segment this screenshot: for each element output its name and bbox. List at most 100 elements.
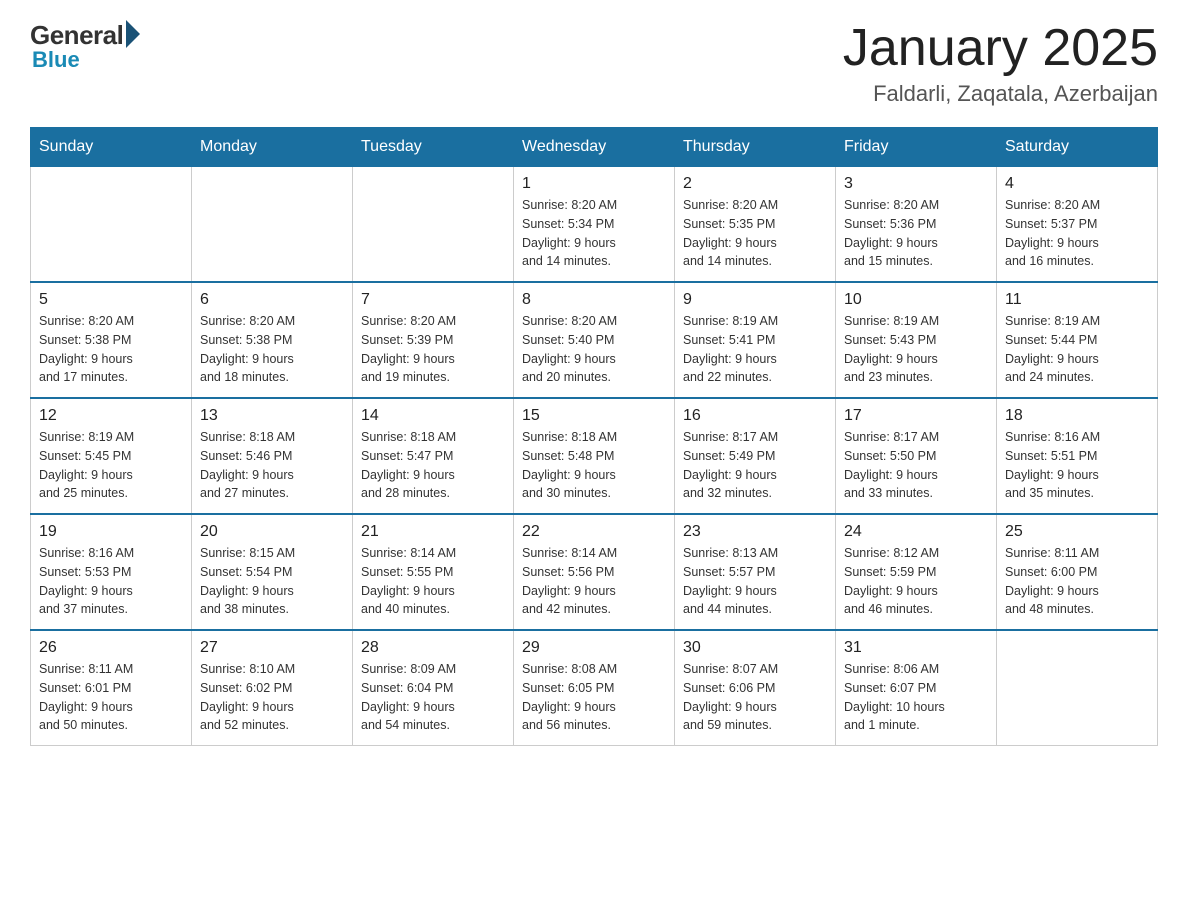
- day-number: 23: [683, 523, 827, 541]
- day-info: Sunrise: 8:20 AMSunset: 5:36 PMDaylight:…: [844, 196, 988, 271]
- col-sunday: Sunday: [31, 128, 192, 167]
- table-row: [997, 630, 1158, 746]
- col-monday: Monday: [192, 128, 353, 167]
- day-number: 6: [200, 291, 344, 309]
- title-section: January 2025 Faldarli, Zaqatala, Azerbai…: [843, 20, 1158, 107]
- day-number: 19: [39, 523, 183, 541]
- day-number: 30: [683, 639, 827, 657]
- table-row: 12Sunrise: 8:19 AMSunset: 5:45 PMDayligh…: [31, 398, 192, 514]
- calendar-week-row: 26 Sunrise: 8:11 AMSunset: 6:01 PMDayligh…: [31, 630, 1158, 746]
- day-number: 27: [200, 639, 344, 657]
- day-number: 12: [39, 407, 183, 425]
- calendar-week-row: 5 Sunrise: 8:20 AMSunset: 5:38 PMDaylight…: [31, 282, 1158, 398]
- logo-triangle-icon: [126, 20, 140, 48]
- day-info: Sunrise: 8:18 AMSunset: 5:46 PMDaylight:…: [200, 428, 344, 503]
- table-row: 17 Sunrise: 8:17 AMSunset: 5:50 PMDayligh…: [836, 398, 997, 514]
- day-number: 8: [522, 291, 666, 309]
- location-subtitle: Faldarli, Zaqatala, Azerbaijan: [843, 81, 1158, 107]
- day-info: Sunrise: 8:19 AMSunset: 5:44 PMDaylight:…: [1005, 312, 1149, 387]
- day-info: Sunrise: 8:20 AMSunset: 5:38 PMDaylight:…: [39, 312, 183, 387]
- day-info: Sunrise: 8:17 AMSunset: 5:49 PMDaylight:…: [683, 428, 827, 503]
- day-number: 9: [683, 291, 827, 309]
- day-number: 10: [844, 291, 988, 309]
- calendar-table: Sunday Monday Tuesday Wednesday Thursday…: [30, 127, 1158, 746]
- table-row: [353, 167, 514, 283]
- day-number: 4: [1005, 175, 1149, 193]
- table-row: 24 Sunrise: 8:12 AMSunset: 5:59 PMDayligh…: [836, 514, 997, 630]
- day-info: Sunrise: 8:19 AMSunset: 5:43 PMDaylight:…: [844, 312, 988, 387]
- day-info: Sunrise: 8:15 AMSunset: 5:54 PMDaylight:…: [200, 544, 344, 619]
- day-info: Sunrise: 8:08 AMSunset: 6:05 PMDaylight:…: [522, 660, 666, 735]
- table-row: 7Sunrise: 8:20 AMSunset: 5:39 PMDaylight…: [353, 282, 514, 398]
- day-number: 15: [522, 407, 666, 425]
- day-info: Sunrise: 8:09 AMSunset: 6:04 PMDaylight:…: [361, 660, 505, 735]
- day-number: 29: [522, 639, 666, 657]
- table-row: 2 Sunrise: 8:20 AMSunset: 5:35 PMDaylight…: [675, 167, 836, 283]
- day-number: 21: [361, 523, 505, 541]
- day-number: 31: [844, 639, 988, 657]
- day-info: Sunrise: 8:14 AMSunset: 5:55 PMDaylight:…: [361, 544, 505, 619]
- day-info: Sunrise: 8:19 AMSunset: 5:41 PMDaylight:…: [683, 312, 827, 387]
- day-number: 17: [844, 407, 988, 425]
- day-number: 18: [1005, 407, 1149, 425]
- table-row: 18 Sunrise: 8:16 AMSunset: 5:51 PMDayligh…: [997, 398, 1158, 514]
- day-number: 22: [522, 523, 666, 541]
- day-info: Sunrise: 8:20 AMSunset: 5:35 PMDaylight:…: [683, 196, 827, 271]
- col-wednesday: Wednesday: [514, 128, 675, 167]
- table-row: 8 Sunrise: 8:20 AMSunset: 5:40 PMDaylight…: [514, 282, 675, 398]
- day-info: Sunrise: 8:20 AMSunset: 5:34 PMDaylight:…: [522, 196, 666, 271]
- day-info: Sunrise: 8:18 AMSunset: 5:48 PMDaylight:…: [522, 428, 666, 503]
- table-row: 28Sunrise: 8:09 AMSunset: 6:04 PMDayligh…: [353, 630, 514, 746]
- day-info: Sunrise: 8:13 AMSunset: 5:57 PMDaylight:…: [683, 544, 827, 619]
- table-row: [31, 167, 192, 283]
- day-number: 13: [200, 407, 344, 425]
- table-row: 30Sunrise: 8:07 AMSunset: 6:06 PMDayligh…: [675, 630, 836, 746]
- table-row: 19 Sunrise: 8:16 AMSunset: 5:53 PMDayligh…: [31, 514, 192, 630]
- day-info: Sunrise: 8:20 AMSunset: 5:40 PMDaylight:…: [522, 312, 666, 387]
- table-row: 14 Sunrise: 8:18 AMSunset: 5:47 PMDayligh…: [353, 398, 514, 514]
- table-row: 11 Sunrise: 8:19 AMSunset: 5:44 PMDayligh…: [997, 282, 1158, 398]
- day-number: 26: [39, 639, 183, 657]
- day-number: 20: [200, 523, 344, 541]
- day-number: 2: [683, 175, 827, 193]
- day-info: Sunrise: 8:17 AMSunset: 5:50 PMDaylight:…: [844, 428, 988, 503]
- day-number: 7: [361, 291, 505, 309]
- table-row: 15 Sunrise: 8:18 AMSunset: 5:48 PMDayligh…: [514, 398, 675, 514]
- calendar-header-row: Sunday Monday Tuesday Wednesday Thursday…: [31, 128, 1158, 167]
- table-row: 22 Sunrise: 8:14 AMSunset: 5:56 PMDayligh…: [514, 514, 675, 630]
- day-number: 11: [1005, 291, 1149, 309]
- col-friday: Friday: [836, 128, 997, 167]
- table-row: 27 Sunrise: 8:10 AMSunset: 6:02 PMDayligh…: [192, 630, 353, 746]
- day-number: 25: [1005, 523, 1149, 541]
- day-info: Sunrise: 8:06 AMSunset: 6:07 PMDaylight:…: [844, 660, 988, 735]
- table-row: 29 Sunrise: 8:08 AMSunset: 6:05 PMDayligh…: [514, 630, 675, 746]
- day-number: 1: [522, 175, 666, 193]
- day-info: Sunrise: 8:16 AMSunset: 5:51 PMDaylight:…: [1005, 428, 1149, 503]
- day-info: Sunrise: 8:11 AMSunset: 6:00 PMDaylight:…: [1005, 544, 1149, 619]
- day-number: 14: [361, 407, 505, 425]
- day-info: Sunrise: 8:14 AMSunset: 5:56 PMDaylight:…: [522, 544, 666, 619]
- day-number: 5: [39, 291, 183, 309]
- day-info: Sunrise: 8:20 AMSunset: 5:37 PMDaylight:…: [1005, 196, 1149, 271]
- day-number: 3: [844, 175, 988, 193]
- table-row: 23 Sunrise: 8:13 AMSunset: 5:57 PMDayligh…: [675, 514, 836, 630]
- logo: General Blue: [30, 20, 140, 73]
- table-row: 5 Sunrise: 8:20 AMSunset: 5:38 PMDaylight…: [31, 282, 192, 398]
- day-info: Sunrise: 8:16 AMSunset: 5:53 PMDaylight:…: [39, 544, 183, 619]
- logo-blue-text: Blue: [32, 47, 80, 73]
- table-row: 21 Sunrise: 8:14 AMSunset: 5:55 PMDayligh…: [353, 514, 514, 630]
- table-row: 13 Sunrise: 8:18 AMSunset: 5:46 PMDayligh…: [192, 398, 353, 514]
- table-row: 6 Sunrise: 8:20 AMSunset: 5:38 PMDaylight…: [192, 282, 353, 398]
- col-tuesday: Tuesday: [353, 128, 514, 167]
- day-info: Sunrise: 8:12 AMSunset: 5:59 PMDaylight:…: [844, 544, 988, 619]
- day-number: 24: [844, 523, 988, 541]
- calendar-week-row: 1 Sunrise: 8:20 AMSunset: 5:34 PMDaylight…: [31, 167, 1158, 283]
- table-row: 9 Sunrise: 8:19 AMSunset: 5:41 PMDaylight…: [675, 282, 836, 398]
- table-row: 31 Sunrise: 8:06 AMSunset: 6:07 PMDayligh…: [836, 630, 997, 746]
- day-info: Sunrise: 8:20 AMSunset: 5:38 PMDaylight:…: [200, 312, 344, 387]
- day-info: Sunrise: 8:18 AMSunset: 5:47 PMDaylight:…: [361, 428, 505, 503]
- day-info: Sunrise: 8:10 AMSunset: 6:02 PMDaylight:…: [200, 660, 344, 735]
- day-info: Sunrise: 8:11 AMSunset: 6:01 PMDaylight:…: [39, 660, 183, 735]
- calendar-week-row: 19 Sunrise: 8:16 AMSunset: 5:53 PMDayligh…: [31, 514, 1158, 630]
- table-row: 10 Sunrise: 8:19 AMSunset: 5:43 PMDayligh…: [836, 282, 997, 398]
